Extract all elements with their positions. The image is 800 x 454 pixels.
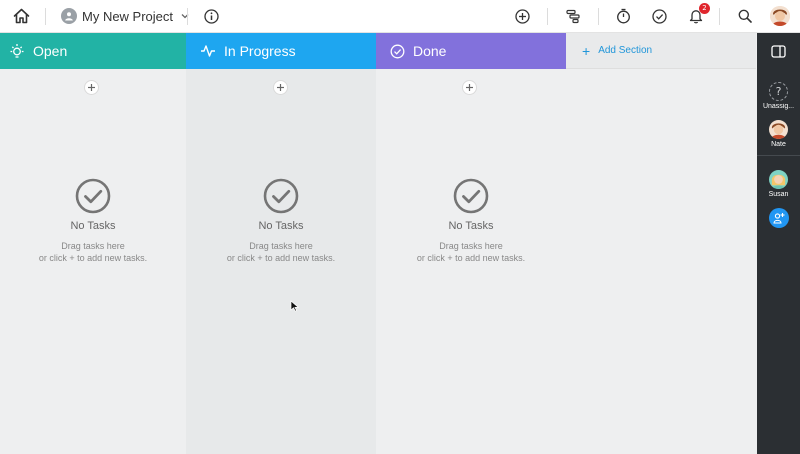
project-name: My New Project	[82, 8, 174, 24]
notifications-button[interactable]: 2	[686, 3, 710, 25]
task-board: Open No Tasks Drag tasks here or click +…	[0, 33, 757, 454]
empty-hint: or click + to add new tasks.	[38, 253, 148, 263]
add-task-button[interactable]	[462, 80, 477, 95]
member-nate[interactable]: Nate	[757, 120, 800, 148]
search-icon[interactable]	[736, 7, 754, 25]
top-bar: My New Project 2	[0, 0, 800, 33]
member-label: Unassig...	[762, 103, 795, 110]
divider	[719, 8, 720, 25]
add-section-button[interactable]: + Add Section	[566, 33, 756, 69]
empty-title: No Tasks	[258, 220, 304, 232]
home-icon[interactable]	[12, 7, 31, 25]
panel-toggle-icon[interactable]	[757, 33, 800, 69]
check-circle-icon	[453, 178, 489, 214]
empty-state: No Tasks Drag tasks here or click + to a…	[186, 178, 376, 264]
notification-badge: 2	[699, 3, 710, 14]
lightbulb-icon	[9, 43, 25, 59]
timer-icon[interactable]	[614, 7, 633, 25]
question-mark-icon: ?	[769, 82, 788, 101]
column-header[interactable]: In Progress	[186, 33, 376, 69]
check-circle-icon	[263, 178, 299, 214]
members-sidebar: ? Unassig... Nate Susan	[757, 33, 800, 454]
empty-hint: or click + to add new tasks.	[226, 253, 336, 263]
divider	[45, 8, 46, 25]
empty-hint: Drag tasks here	[439, 241, 503, 251]
column-title: In Progress	[224, 43, 296, 59]
divider	[187, 8, 188, 25]
empty-area	[566, 69, 756, 454]
chevron-down-icon	[180, 11, 190, 21]
column-open: Open No Tasks Drag tasks here or click +…	[0, 33, 186, 454]
project-avatar-icon	[61, 8, 77, 24]
member-label: Nate	[771, 141, 786, 148]
empty-state: No Tasks Drag tasks here or click + to a…	[0, 178, 186, 264]
check-circle-icon	[75, 178, 111, 214]
add-task-button[interactable]	[273, 80, 288, 95]
activity-icon	[200, 43, 216, 59]
empty-hint: Drag tasks here	[61, 241, 125, 251]
column-in-progress: In Progress No Tasks Drag tasks here or …	[186, 33, 376, 454]
member-unassigned[interactable]: ? Unassig...	[757, 82, 800, 110]
divider	[598, 8, 599, 25]
user-avatar[interactable]	[770, 6, 790, 26]
add-task-button[interactable]	[84, 80, 99, 95]
add-icon[interactable]	[513, 7, 532, 25]
info-icon[interactable]	[202, 7, 220, 25]
mouse-cursor	[290, 299, 300, 312]
column-header[interactable]: Open	[0, 33, 186, 69]
column-title: Done	[413, 43, 447, 59]
column-body: No Tasks Drag tasks here or click + to a…	[0, 69, 186, 454]
empty-state: No Tasks Drag tasks here or click + to a…	[376, 178, 566, 264]
plus-icon: +	[582, 42, 591, 59]
column-done: Done No Tasks Drag tasks here or click +…	[376, 33, 566, 454]
add-section-label: Add Section	[598, 45, 653, 56]
check-circle-icon[interactable]	[650, 7, 669, 25]
avatar-nate	[769, 120, 788, 139]
check-circle-icon	[389, 43, 405, 59]
empty-hint: Drag tasks here	[249, 241, 313, 251]
member-susan[interactable]: Susan	[757, 170, 800, 198]
timeline-icon[interactable]	[564, 7, 583, 25]
avatar-susan	[769, 170, 788, 189]
add-member-icon[interactable]	[769, 208, 789, 228]
empty-title: No Tasks	[448, 220, 494, 232]
divider	[547, 8, 548, 25]
project-selector[interactable]: My New Project	[61, 7, 190, 25]
column-body: No Tasks Drag tasks here or click + to a…	[376, 69, 566, 454]
column-body: No Tasks Drag tasks here or click + to a…	[186, 69, 376, 454]
divider	[757, 155, 800, 156]
column-header[interactable]: Done	[376, 33, 566, 69]
empty-hint: or click + to add new tasks.	[416, 253, 526, 263]
member-label: Susan	[768, 191, 789, 198]
column-title: Open	[33, 43, 68, 59]
empty-title: No Tasks	[70, 220, 116, 232]
